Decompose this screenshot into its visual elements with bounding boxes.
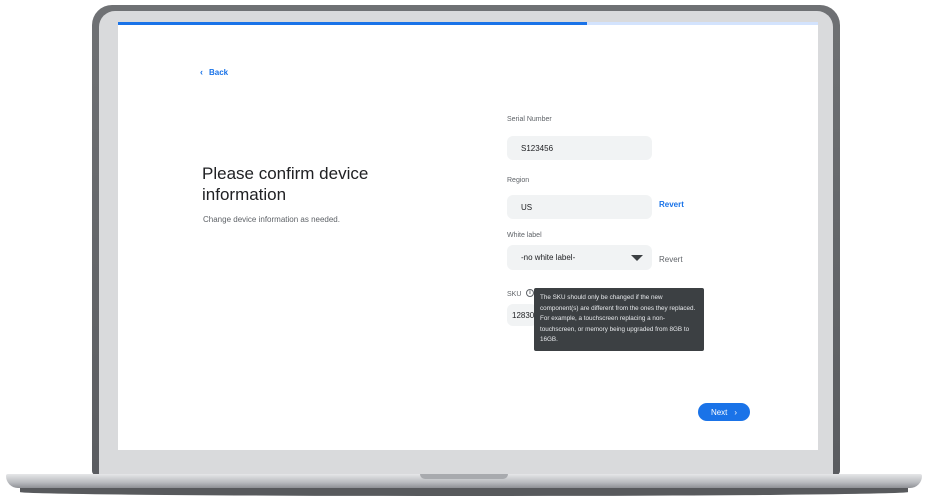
device-screen: ‹ Back Please confirm device information… [118, 22, 818, 450]
region-label: Region [507, 177, 530, 184]
white-label-label: White label [507, 232, 542, 239]
sku-tooltip: The SKU should only be changed if the ne… [534, 288, 704, 351]
laptop-hinge-notch [420, 474, 508, 479]
serial-number-label: Serial Number [507, 116, 552, 123]
next-label: Next [710, 407, 728, 417]
serial-number-value: S123456 [521, 143, 554, 153]
region-field[interactable]: US [507, 195, 652, 219]
white-label-value: -no white label- [521, 253, 576, 262]
region-value: US [521, 202, 533, 212]
progress-fill [118, 22, 587, 25]
page-title: Please confirm device information [202, 164, 369, 204]
back-button[interactable]: ‹ Back [200, 67, 229, 78]
white-label-select[interactable]: -no white label- [507, 245, 652, 270]
sku-label: SKU [507, 291, 522, 298]
progress-track [118, 22, 818, 25]
chevron-left-icon: ‹ [200, 67, 203, 77]
page-subtitle: Change device information as needed. [203, 215, 340, 224]
back-label: Back [209, 68, 229, 77]
chevron-right-icon: › [734, 407, 738, 417]
laptop-shadow [20, 488, 908, 496]
info-icon[interactable]: i [526, 289, 534, 297]
serial-number-field[interactable]: S123456 [507, 136, 652, 160]
next-button[interactable]: Next › [698, 403, 750, 421]
sku-field[interactable]: 12830- [507, 304, 537, 326]
region-revert-link[interactable]: Revert [659, 200, 684, 209]
white-label-revert-link[interactable]: Revert [659, 255, 683, 264]
triangle-down-icon [631, 255, 643, 261]
